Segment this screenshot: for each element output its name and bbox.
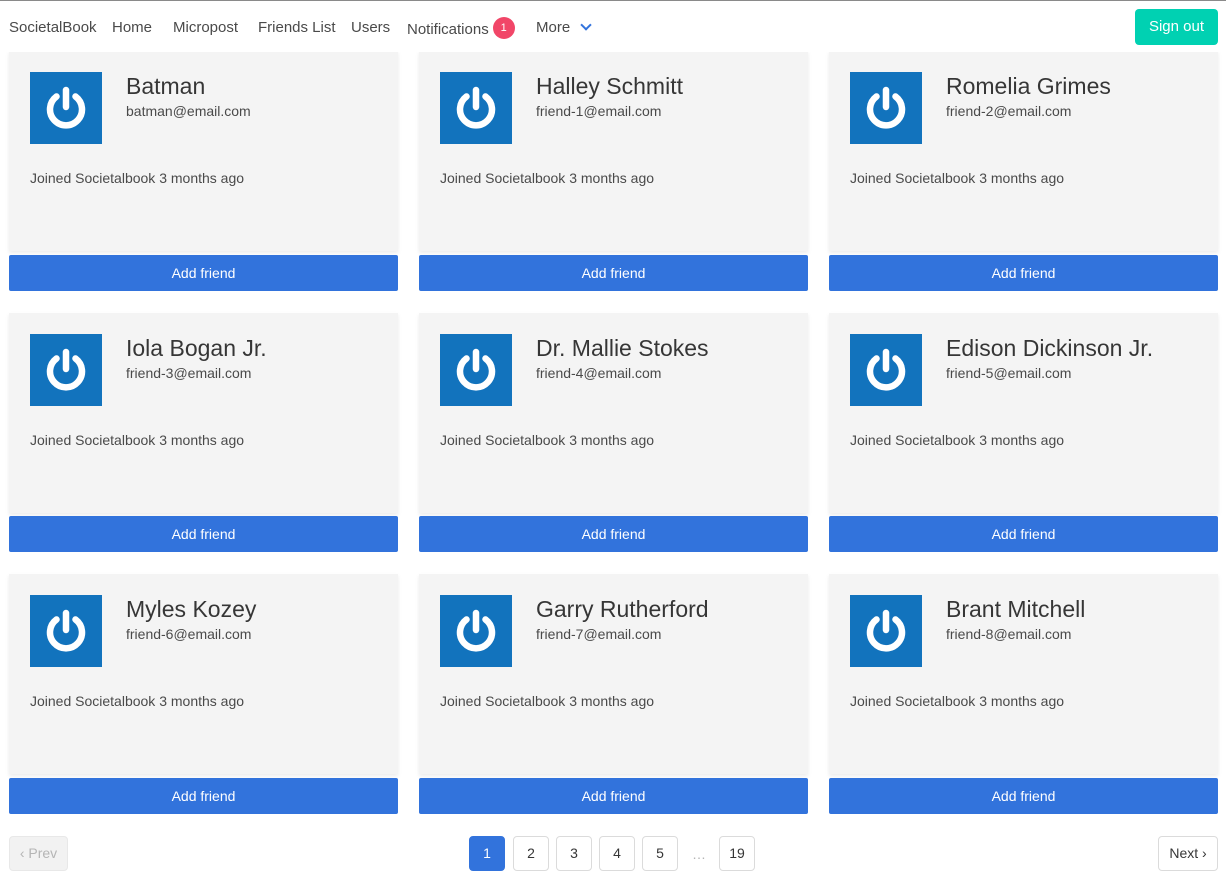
avatar [30, 595, 102, 667]
power-icon [454, 609, 498, 653]
pagination-ellipsis: … [692, 846, 706, 862]
user-email: friend-4@email.com [536, 365, 662, 381]
user-email: batman@email.com [126, 103, 251, 119]
add-friend-button[interactable]: Add friend [829, 778, 1218, 814]
user-card: Dr. Mallie Stokes friend-4@email.com Joine… [419, 313, 808, 513]
user-name[interactable]: Edison Dickinson Jr. [946, 335, 1153, 362]
user-name[interactable]: Myles Kozey [126, 596, 256, 623]
avatar [440, 595, 512, 667]
brand-link[interactable]: SocietalBook [9, 19, 97, 36]
joined-text: Joined Societalbook 3 months ago [850, 170, 1065, 186]
user-name[interactable]: Halley Schmitt [536, 73, 683, 100]
add-friend-button[interactable]: Add friend [829, 516, 1218, 552]
top-navbar: SocietalBook Home Micropost Friends List… [0, 0, 1226, 52]
user-card: Batman batman@email.com Joined Societalboo… [9, 51, 398, 251]
more-label: More [536, 19, 571, 36]
user-name[interactable]: Batman [126, 73, 205, 100]
user-card: Myles Kozey friend-6@email.com Joined Soci… [9, 574, 398, 774]
user-card: Halley Schmitt friend-1@email.com Joined S… [419, 51, 808, 251]
page-1-button[interactable]: 1 [469, 836, 505, 871]
joined-text: Joined Societalbook 3 months ago [850, 693, 1065, 709]
notifications-badge: 1 [492, 17, 515, 39]
user-email: friend-8@email.com [946, 626, 1072, 642]
add-friend-button[interactable]: Add friend [9, 778, 398, 814]
prev-page-button[interactable]: ‹ Prev [9, 836, 68, 871]
user-card: Brant Mitchell friend-8@email.com Joined S… [829, 574, 1218, 774]
joined-text: Joined Societalbook 3 months ago [30, 432, 245, 448]
avatar [30, 72, 102, 144]
user-card: Romelia Grimes friend-2@email.com Joined S… [829, 51, 1218, 251]
user-name[interactable]: Dr. Mallie Stokes [536, 335, 709, 362]
add-friend-button[interactable]: Add friend [9, 255, 398, 291]
page-3-button[interactable]: 3 [556, 836, 592, 871]
sign-out-button[interactable]: Sign out [1135, 9, 1218, 45]
user-name[interactable]: Garry Rutherford [536, 596, 709, 623]
nav-notifications[interactable]: Notifications 1 [407, 17, 515, 41]
power-icon [44, 609, 88, 653]
joined-text: Joined Societalbook 3 months ago [440, 693, 655, 709]
nav-more-dropdown[interactable]: More [536, 19, 592, 36]
avatar [440, 72, 512, 144]
user-email: friend-7@email.com [536, 626, 662, 642]
user-name[interactable]: Iola Bogan Jr. [126, 335, 267, 362]
user-email: friend-2@email.com [946, 103, 1072, 119]
power-icon [44, 86, 88, 130]
avatar [850, 72, 922, 144]
power-icon [454, 86, 498, 130]
nav-users[interactable]: Users [351, 19, 390, 36]
avatar [850, 334, 922, 406]
joined-text: Joined Societalbook 3 months ago [30, 693, 245, 709]
user-email: friend-5@email.com [946, 365, 1072, 381]
power-icon [44, 348, 88, 392]
user-name[interactable]: Brant Mitchell [946, 596, 1085, 623]
user-card: Edison Dickinson Jr. friend-5@email.com Jo… [829, 313, 1218, 513]
chevron-down-icon [580, 19, 592, 31]
next-page-button[interactable]: Next › [1158, 836, 1218, 871]
avatar [850, 595, 922, 667]
power-icon [454, 348, 498, 392]
joined-text: Joined Societalbook 3 months ago [850, 432, 1065, 448]
add-friend-button[interactable]: Add friend [829, 255, 1218, 291]
add-friend-button[interactable]: Add friend [419, 516, 808, 552]
power-icon [864, 609, 908, 653]
nav-micropost[interactable]: Micropost [173, 19, 238, 36]
joined-text: Joined Societalbook 3 months ago [30, 170, 245, 186]
page-2-button[interactable]: 2 [513, 836, 549, 871]
joined-text: Joined Societalbook 3 months ago [440, 170, 655, 186]
notifications-label: Notifications [407, 20, 489, 38]
page-19-button[interactable]: 19 [719, 836, 755, 871]
avatar [440, 334, 512, 406]
user-email: friend-6@email.com [126, 626, 252, 642]
power-icon [864, 86, 908, 130]
joined-text: Joined Societalbook 3 months ago [440, 432, 655, 448]
user-name[interactable]: Romelia Grimes [946, 73, 1111, 100]
page-4-button[interactable]: 4 [599, 836, 635, 871]
page-5-button[interactable]: 5 [642, 836, 678, 871]
nav-friends-list[interactable]: Friends List [258, 19, 336, 36]
nav-home[interactable]: Home [112, 19, 152, 36]
power-icon [864, 348, 908, 392]
user-card: Iola Bogan Jr. friend-3@email.com Joined S… [9, 313, 398, 513]
add-friend-button[interactable]: Add friend [9, 516, 398, 552]
user-email: friend-3@email.com [126, 365, 252, 381]
add-friend-button[interactable]: Add friend [419, 255, 808, 291]
user-email: friend-1@email.com [536, 103, 662, 119]
user-card: Garry Rutherford friend-7@email.com Joined… [419, 574, 808, 774]
add-friend-button[interactable]: Add friend [419, 778, 808, 814]
avatar [30, 334, 102, 406]
